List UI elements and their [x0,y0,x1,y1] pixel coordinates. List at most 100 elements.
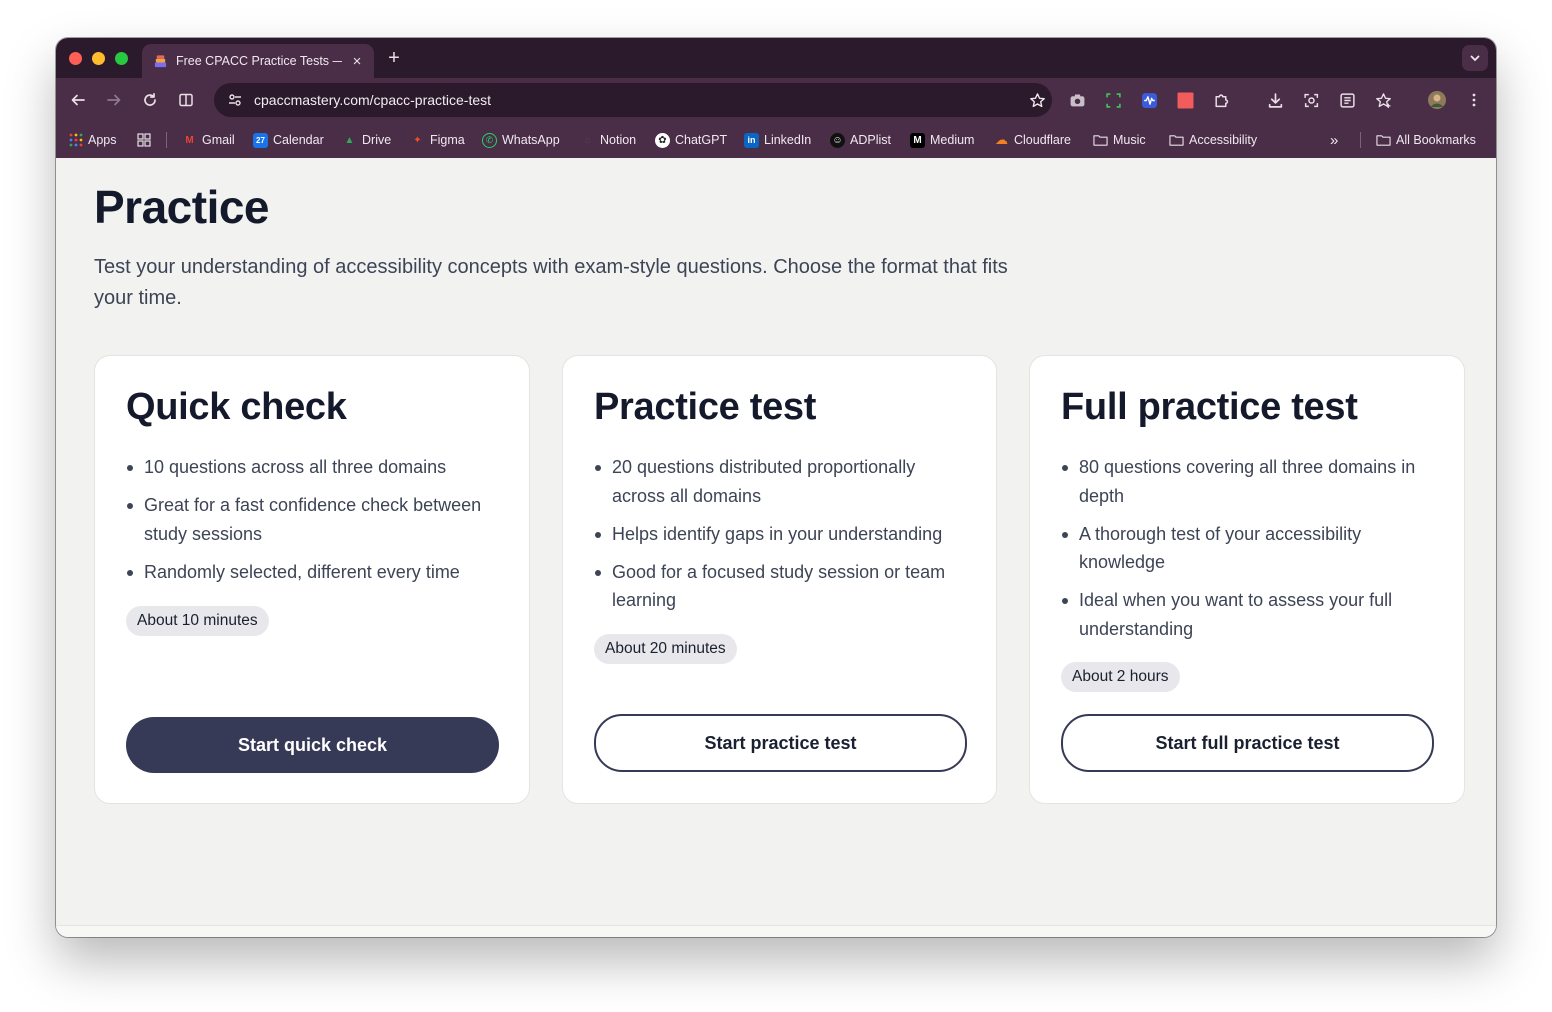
browser-window: Free CPACC Practice Tests — × + cpaccmas… [56,38,1496,937]
profile-avatar[interactable] [1427,90,1447,110]
reading-mode-icon[interactable] [176,90,196,110]
bookmark-adplist[interactable]: ☺ ADPlist [830,130,891,150]
bookmark-label: Cloudflare [1014,133,1071,147]
bookmark-label: Drive [362,133,392,147]
figma-icon: ✦ [413,134,422,146]
bookmark-gmail[interactable]: M Gmail [182,130,235,150]
close-tab-icon[interactable]: × [350,53,364,70]
bookmark-medium[interactable]: M Medium [910,130,974,150]
bookmark-label: Gmail [202,133,235,147]
audio-extension-icon[interactable] [1139,90,1159,110]
bookmarks-panel-icon[interactable] [1373,90,1393,110]
list-item: 20 questions distributed proportionally … [594,453,969,510]
bookmark-cloudflare[interactable]: ☁ Cloudflare [994,130,1071,150]
card-title: Quick check [126,386,347,428]
bookmarks-divider [166,132,167,148]
folder-icon [1376,133,1391,148]
card-title: Full practice test [1061,386,1358,428]
list-item: A thorough test of your accessibility kn… [1061,520,1436,577]
start-full-practice-test-button[interactable]: Start full practice test [1061,714,1434,772]
bookmark-label: Apps [88,133,117,147]
practice-test-card: Practice test 20 questions distributed p… [562,355,997,804]
minimize-window-button[interactable] [92,52,105,65]
tab-groups-icon [136,133,151,148]
bookmark-figma[interactable]: ✦ Figma [410,130,464,150]
bookmark-label: Calendar [273,133,324,147]
page-intro: Test your understanding of accessibility… [94,256,1008,309]
bookmark-folder-accessibility[interactable]: Accessibility [1169,130,1257,150]
tab-groups-button[interactable] [136,130,151,150]
list-item: Great for a fast confidence check betwee… [126,491,501,548]
site-settings-icon[interactable] [226,91,244,109]
quick-check-card: Quick check 10 questions across all thre… [94,355,530,804]
card-feature-list: 80 questions covering all three domains … [1061,453,1436,653]
screenshot-extension-icon[interactable] [1103,90,1123,110]
reload-icon[interactable] [140,90,160,110]
calendar-icon: 27 [253,132,268,148]
download-icon[interactable] [1265,90,1285,110]
lens-icon[interactable] [1301,90,1321,110]
zoom-window-button[interactable] [115,52,128,65]
bookmark-label: Accessibility [1189,133,1258,147]
start-quick-check-button[interactable]: Start quick check [126,717,499,773]
folder-icon [1093,133,1108,148]
bookmarks-overflow-icon[interactable]: » [1330,130,1338,150]
duration-badge: About 10 minutes [126,606,269,636]
list-item: Ideal when you want to assess your full … [1061,586,1436,643]
card-title: Practice test [594,386,817,428]
bookmark-apps[interactable]: Apps [68,130,117,150]
list-item: Randomly selected, different every time [126,558,501,587]
back-icon[interactable] [68,90,88,110]
apps-grid-icon [68,133,83,148]
address-bar[interactable]: cpaccmastery.com/cpacc-practice-test [214,83,1052,117]
url-text[interactable]: cpaccmastery.com/cpacc-practice-test [254,92,1022,108]
bookmark-folder-music[interactable]: Music [1093,130,1146,150]
bookmark-label: Medium [930,133,975,147]
tab-strip: Free CPACC Practice Tests — × + [56,38,1496,78]
more-menu-icon[interactable] [1464,90,1484,110]
all-bookmarks-button[interactable]: All Bookmarks [1376,130,1476,150]
bookmark-drive[interactable]: ▲ Drive [342,130,392,150]
list-item: Helps identify gaps in your understandin… [594,520,969,549]
card-feature-list: 20 questions distributed proportionally … [594,453,969,624]
cloudflare-icon: ☁ [995,132,1008,147]
red-square-extension-icon[interactable] [1175,90,1195,110]
adplist-icon: ☺ [830,132,845,148]
list-item: 10 questions across all three domains [126,453,501,482]
camera-extension-icon[interactable] [1067,90,1087,110]
chatgpt-icon: ✿ [655,132,670,148]
linkedin-icon: in [744,132,759,148]
bookmark-notion[interactable]: ⌂ Notion [580,130,636,150]
folder-icon [1169,133,1184,148]
extensions-puzzle-icon[interactable] [1211,90,1231,110]
browser-toolbar: cpaccmastery.com/cpacc-practice-test [56,78,1496,122]
page-title: Practice [94,181,270,233]
bookmark-whatsapp[interactable]: ✆ WhatsApp [482,130,560,150]
bookmark-star-icon[interactable] [1022,92,1052,109]
bookmark-label: WhatsApp [502,133,560,147]
list-item: 80 questions covering all three domains … [1061,453,1436,510]
duration-badge: About 2 hours [1061,662,1180,692]
bookmark-label: LinkedIn [764,133,812,147]
start-practice-test-button[interactable]: Start practice test [594,714,967,772]
bookmarks-bar: Apps M Gmail 27 Calendar ▲ Drive ✦ Figma… [56,122,1496,158]
forward-icon[interactable] [104,90,124,110]
full-practice-test-card: Full practice test 80 questions covering… [1029,355,1465,804]
bookmark-label: All Bookmarks [1396,133,1476,147]
tab-search-button[interactable] [1462,45,1488,71]
bookmark-linkedin[interactable]: in LinkedIn [744,130,811,150]
medium-icon: M [910,132,925,148]
bookmark-calendar[interactable]: 27 Calendar [253,130,324,150]
page-bottom-edge [56,925,1496,937]
bookmarks-divider [1360,132,1361,148]
bookmark-chatgpt[interactable]: ✿ ChatGPT [655,130,727,150]
close-window-button[interactable] [69,52,82,65]
bookmark-label: ADPlist [850,133,891,147]
active-tab[interactable]: Free CPACC Practice Tests — × [142,44,374,78]
page-content: Practice Test your understanding of acce… [56,158,1496,925]
gmail-icon: M [185,134,194,146]
chevron-down-icon [1470,55,1480,62]
new-tab-button[interactable]: + [384,47,404,70]
reading-list-icon[interactable] [1337,90,1357,110]
bookmark-label: Notion [600,133,637,147]
